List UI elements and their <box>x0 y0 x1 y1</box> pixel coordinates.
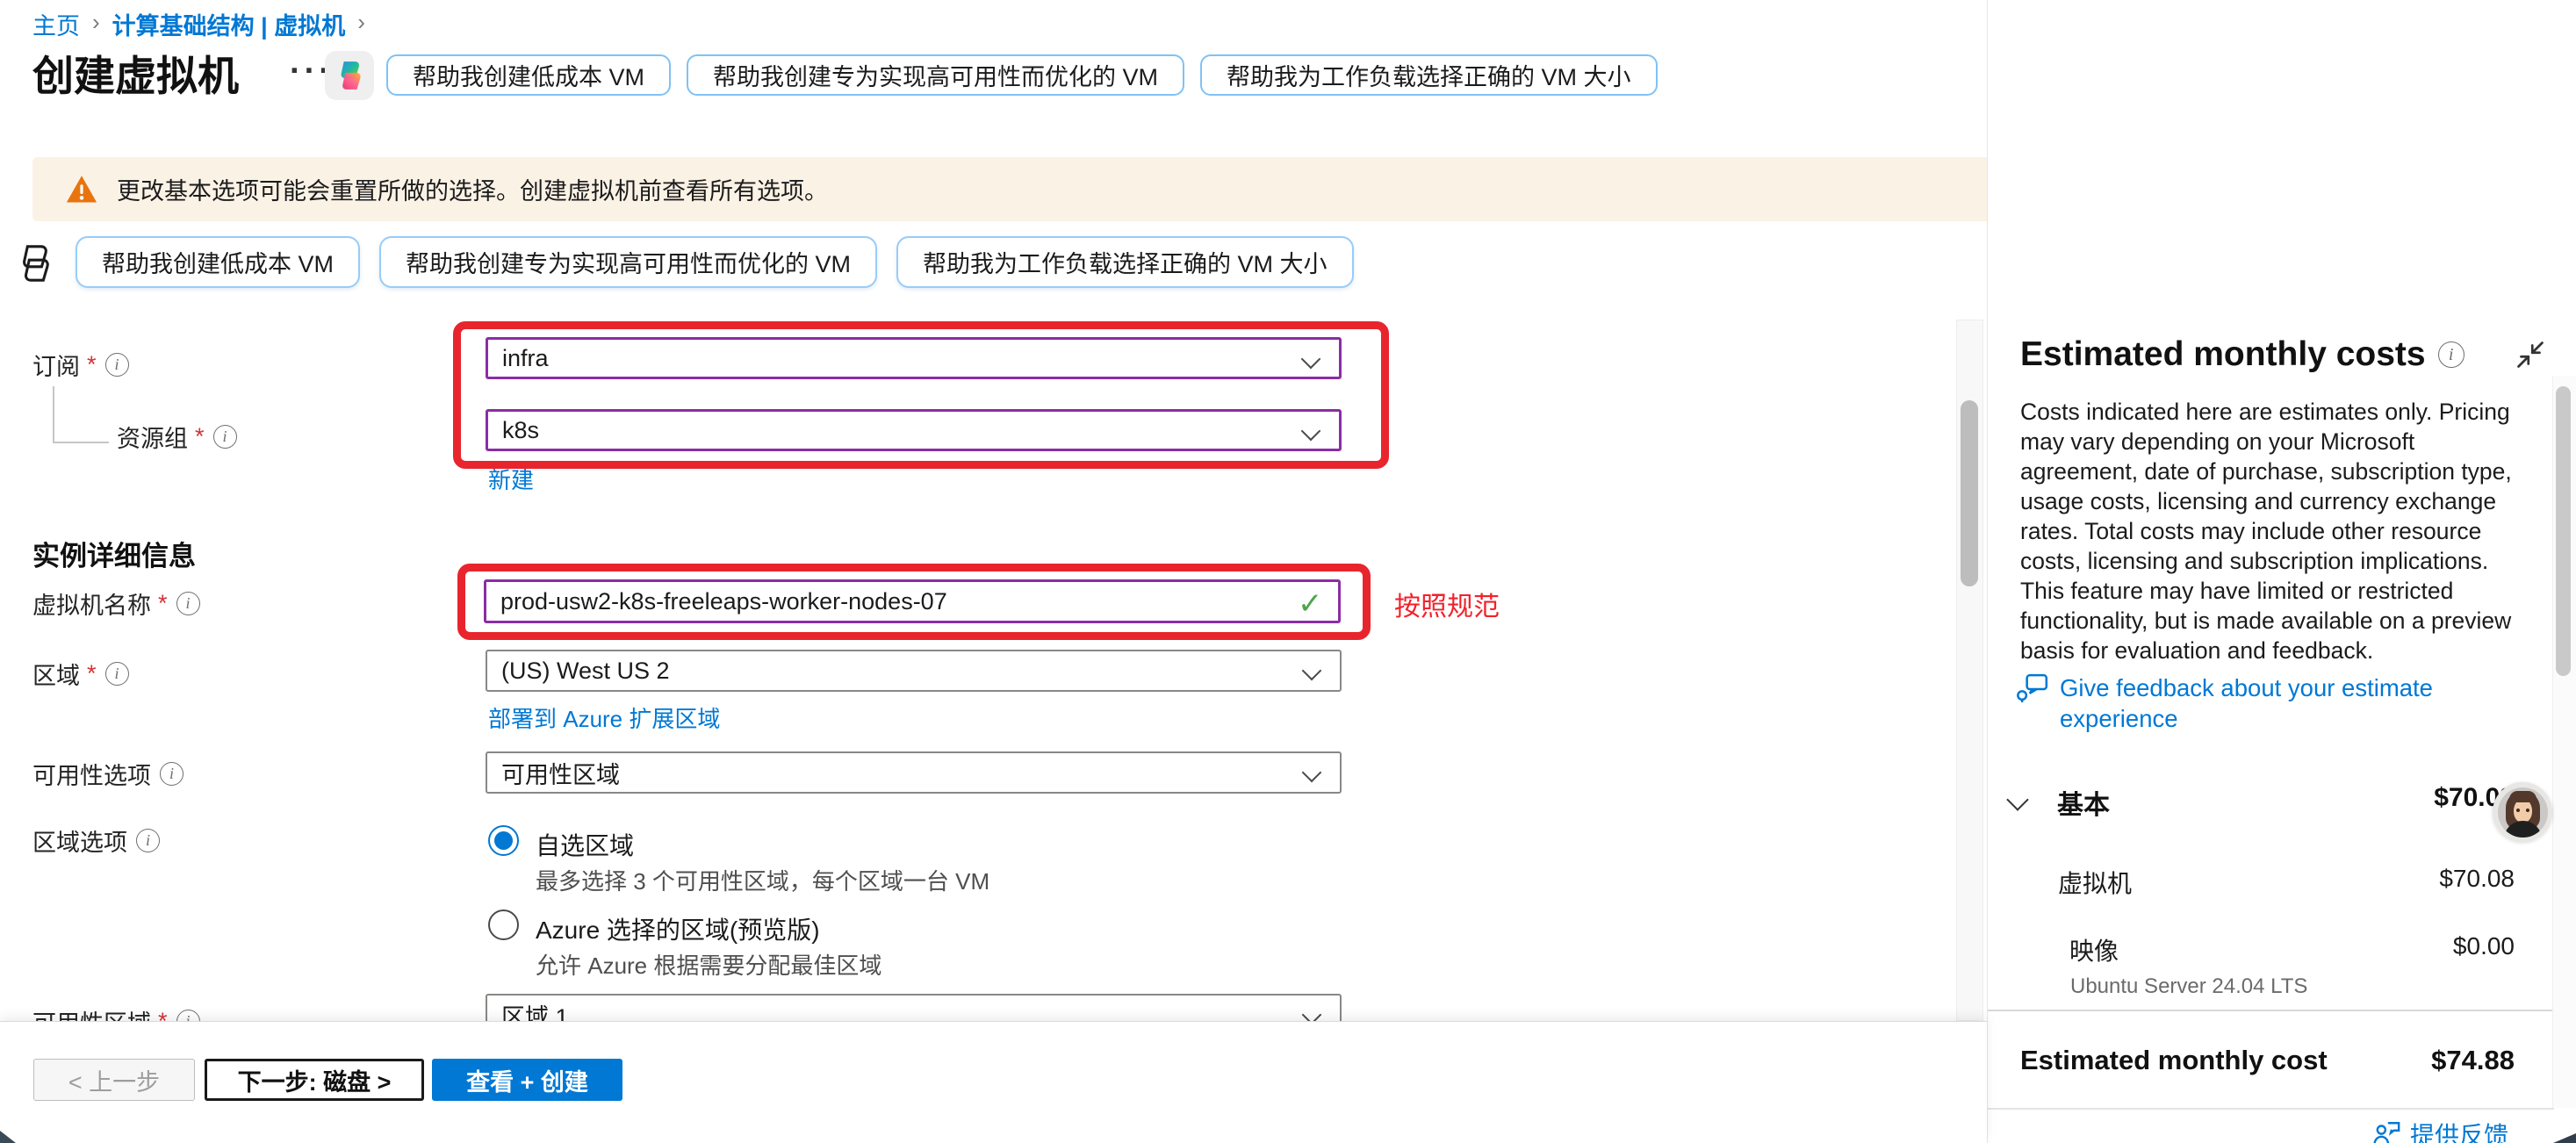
cost-item-label: 虚拟机 <box>2058 865 2132 900</box>
review-create-button[interactable]: 查看 + 创建 <box>432 1059 622 1101</box>
chevron-down-icon[interactable] <box>2006 788 2028 810</box>
copilot-suggestions-title-row: 帮助我创建低成本 VM 帮助我创建专为实现高可用性而优化的 VM 帮助我为工作负… <box>386 54 1658 96</box>
suggestion-high-availability-button[interactable]: 帮助我创建专为实现高可用性而优化的 VM <box>379 236 877 288</box>
tree-connector <box>53 442 109 443</box>
radio-azure-selected-zone-desc: 允许 Azure 根据需要分配最佳区域 <box>536 948 881 981</box>
required-marker: * <box>195 423 205 450</box>
availability-options-label: 可用性选项 i <box>32 758 183 788</box>
info-icon[interactable]: i <box>2438 341 2464 368</box>
total-cost-label: Estimated monthly cost <box>2020 1045 2328 1076</box>
info-icon[interactable]: i <box>105 662 129 686</box>
next-disks-button[interactable]: 下一步: 磁盘 > <box>205 1059 424 1101</box>
resource-group-dropdown[interactable]: k8s <box>486 409 1342 451</box>
chevron-down-icon <box>1302 661 1322 681</box>
valid-check-icon: ✓ <box>1298 586 1323 622</box>
estimate-feedback-link[interactable]: Give feedback about your estimate experi… <box>2016 672 2490 734</box>
page-title: 创建虚拟机 <box>32 42 239 103</box>
suggestion-low-cost-vm-button[interactable]: 帮助我创建低成本 VM <box>386 54 671 96</box>
radio-azure-selected-zone-label[interactable]: Azure 选择的区域(预览版) <box>536 911 820 946</box>
required-marker: * <box>87 351 97 378</box>
info-icon[interactable]: i <box>105 353 129 377</box>
suggestion-low-cost-vm-button[interactable]: 帮助我创建低成本 VM <box>76 236 360 288</box>
tree-connector <box>53 386 54 443</box>
annotation-text: 按照规范 <box>1394 585 1500 623</box>
suggestion-high-availability-button[interactable]: 帮助我创建专为实现高可用性而优化的 VM <box>687 54 1184 96</box>
panel-scrollbar-thumb[interactable] <box>2556 386 2571 676</box>
resource-group-label: 资源组 * i <box>117 421 237 451</box>
create-new-resource-group-link[interactable]: 新建 <box>488 463 534 495</box>
radio-self-selected-zone-desc: 最多选择 3 个可用性区域，每个区域一台 VM <box>536 864 989 896</box>
cost-item-label: 映像 <box>2069 932 2119 967</box>
divider <box>1988 1108 2554 1110</box>
footer-bar: < 上一步 下一步: 磁盘 > 查看 + 创建 <box>0 1021 1987 1143</box>
copilot-suggestions-row: 帮助我创建低成本 VM 帮助我创建专为实现高可用性而优化的 VM 帮助我为工作负… <box>76 236 1354 288</box>
cost-group-label: 基本 <box>2057 783 2110 822</box>
estimated-costs-panel: Estimated monthly costs i Costs indicate… <box>1987 0 2576 1143</box>
region-label: 区域 * i <box>32 658 129 688</box>
cost-item-subtext: Ubuntu Server 24.04 LTS <box>2070 974 2307 999</box>
instance-details-header: 实例详细信息 <box>32 534 196 573</box>
chevron-down-icon <box>1301 349 1321 370</box>
chevron-down-icon <box>1301 421 1321 442</box>
window-corner <box>0 1131 16 1143</box>
info-icon[interactable]: i <box>176 592 200 615</box>
chevron-right-icon: › <box>357 9 365 36</box>
extended-zones-link[interactable]: 部署到 Azure 扩展区域 <box>488 701 720 734</box>
subscription-dropdown[interactable]: infra <box>486 337 1342 379</box>
breadcrumb-home-link[interactable]: 主页 <box>32 7 80 41</box>
create-vm-page: 主页 › 计算基础结构 | 虚拟机 › 创建虚拟机 ··· 帮助我创建低成本 V… <box>0 0 2576 1143</box>
warning-text: 更改基本选项可能会重置所做的选择。创建虚拟机前查看所有选项。 <box>117 172 828 206</box>
info-icon[interactable]: i <box>160 762 183 786</box>
radio-self-selected-zone-label[interactable]: 自选区域 <box>536 827 634 862</box>
window-corner <box>2553 1133 2576 1143</box>
subscription-label: 订阅 * i <box>32 349 129 379</box>
avatar-image <box>2498 787 2548 837</box>
cost-item-value: $70.08 <box>2439 865 2515 893</box>
cost-item-value: $0.00 <box>2453 932 2515 960</box>
collapse-panel-icon[interactable] <box>2515 339 2546 370</box>
info-icon[interactable]: i <box>136 829 160 852</box>
suggestion-vm-size-button[interactable]: 帮助我为工作负载选择正确的 VM 大小 <box>896 236 1354 288</box>
radio-self-selected-zone[interactable] <box>488 825 519 856</box>
required-marker: * <box>87 660 97 687</box>
breadcrumb: 主页 › 计算基础结构 | 虚拟机 › <box>32 7 365 41</box>
divider <box>1988 1010 2554 1011</box>
cost-panel-title: Estimated monthly costs <box>2020 335 2426 374</box>
cost-panel-disclaimer: Costs indicated here are estimates only.… <box>2020 397 2534 665</box>
vm-name-input[interactable] <box>484 579 1341 623</box>
warning-icon <box>66 175 97 204</box>
availability-options-dropdown[interactable]: 可用性区域 <box>486 751 1342 794</box>
page-feedback-link[interactable]: 提供反馈 <box>2371 1117 2508 1143</box>
feedback-bubbles-icon <box>2016 672 2049 706</box>
radio-azure-selected-zone[interactable] <box>488 909 519 940</box>
copilot-outline-icon <box>14 243 54 284</box>
info-icon[interactable]: i <box>213 425 237 449</box>
vm-name-label: 虚拟机名称 * i <box>32 588 200 618</box>
previous-button[interactable]: < 上一步 <box>33 1059 195 1101</box>
region-dropdown[interactable]: (US) West US 2 <box>486 650 1342 692</box>
total-cost-value: $74.88 <box>2431 1045 2515 1076</box>
chevron-right-icon: › <box>92 9 100 36</box>
required-marker: * <box>158 590 168 617</box>
assistant-avatar[interactable] <box>2493 782 2552 842</box>
suggestion-vm-size-button[interactable]: 帮助我为工作负载选择正确的 VM 大小 <box>1200 54 1658 96</box>
main-scrollbar-thumb[interactable] <box>1961 400 1978 586</box>
zone-options-label: 区域选项 i <box>32 825 160 855</box>
copilot-button[interactable] <box>325 51 374 100</box>
chevron-down-icon <box>1302 763 1322 783</box>
breadcrumb-section-link[interactable]: 计算基础结构 | 虚拟机 <box>112 7 346 41</box>
copilot-icon <box>333 59 366 92</box>
person-feedback-icon <box>2371 1119 2401 1143</box>
